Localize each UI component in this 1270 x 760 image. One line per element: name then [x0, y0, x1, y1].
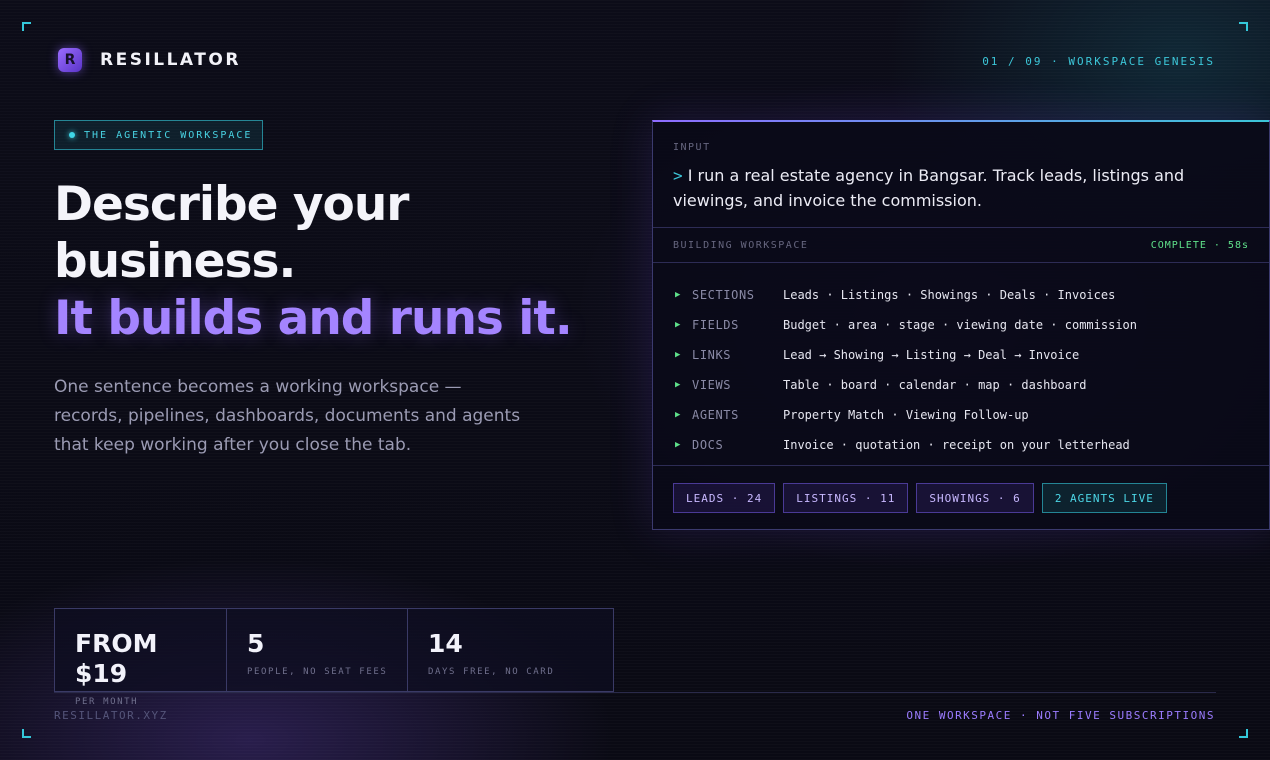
build-label: BUILDING WORKSPACE	[673, 239, 809, 251]
row-key: VIEWS	[692, 378, 732, 392]
headline-line-1: Describe your	[54, 177, 409, 232]
row-value: Leads · Listings · Showings · Deals · In…	[783, 288, 1116, 302]
subtitle-line-2: records, pipelines, dashboards, document…	[54, 406, 521, 426]
brand-logo[interactable]: R RESILLATOR	[58, 48, 241, 72]
dot-icon	[69, 132, 75, 138]
chip-agents-live[interactable]: 2 AGENTS LIVE	[1041, 483, 1167, 513]
row-value: Table · board · calendar · map · dashboa…	[783, 378, 1087, 392]
build-row: ▶ SECTIONS Leads · Listings · Showings ·…	[653, 280, 1269, 310]
triangle-right-icon: ▶	[675, 440, 681, 450]
stat-trial: 14 DAYS FREE, NO CARD	[408, 609, 613, 691]
footer-domain-link[interactable]: RESILLATOR.XYZ	[54, 709, 168, 722]
footer-tagline: ONE WORKSPACE · NOT FIVE SUBSCRIPTIONS	[906, 709, 1215, 722]
build-row: ▶ AGENTS Property Match · Viewing Follow…	[653, 400, 1269, 430]
row-key: SECTIONS	[692, 288, 755, 302]
triangle-right-icon: ▶	[675, 350, 681, 360]
pricing-stats: FROM $19 PER MONTH 5 PEOPLE, NO SEAT FEE…	[54, 608, 614, 707]
build-row: ▶ FIELDS Budget · area · stage · viewing…	[653, 310, 1269, 340]
stat-value: FROM $19	[75, 629, 158, 688]
row-key: AGENTS	[692, 408, 739, 422]
stat-value: 14	[428, 629, 463, 658]
headline-line-2: business.	[54, 234, 296, 289]
row-key: DOCS	[692, 438, 724, 452]
build-row: ▶ VIEWS Table · board · calendar · map ·…	[653, 370, 1269, 400]
input-label: INPUT	[673, 142, 711, 153]
input-prompt: > I run a real estate agency in Bangsar.…	[673, 163, 1249, 213]
row-key: FIELDS	[692, 318, 739, 332]
workspace-build-panel: INPUT > I run a real estate agency in Ba…	[652, 120, 1270, 530]
row-value: Budget · area · stage · viewing date · c…	[783, 318, 1138, 332]
input-section: INPUT > I run a real estate agency in Ba…	[653, 122, 1269, 228]
build-row: ▶ DOCS Invoice · quotation · receipt on …	[653, 430, 1269, 460]
logo-r-icon: R	[58, 48, 82, 72]
corner-bracket-top-right	[1239, 22, 1248, 31]
hero-tag: THE AGENTIC WORKSPACE	[54, 120, 263, 150]
chip-leads[interactable]: LEADS · 24	[673, 483, 776, 513]
hero-subtitle: One sentence becomes a working workspace…	[54, 373, 554, 460]
triangle-right-icon: ▶	[675, 410, 681, 420]
prompt-symbol: >	[673, 166, 683, 185]
triangle-right-icon: ▶	[675, 290, 681, 300]
hero-headline: Describe your business. It builds and ru…	[54, 176, 573, 347]
brand-name: RESILLATOR	[100, 50, 241, 70]
triangle-right-icon: ▶	[675, 320, 681, 330]
chip-listings[interactable]: LISTINGS · 11	[783, 483, 909, 513]
step-indicator: 01 / 09 · WORKSPACE GENESIS	[982, 55, 1215, 68]
row-key: LINKS	[692, 348, 732, 362]
headline-line-accent: It builds and runs it.	[54, 291, 573, 346]
subtitle-line-1: One sentence becomes a working workspace…	[54, 377, 462, 397]
corner-bracket-bottom-right	[1239, 729, 1248, 738]
stat-label: PER MONTH	[75, 697, 139, 707]
build-status: COMPLETE · 58s	[1150, 239, 1249, 251]
corner-bracket-top-left	[22, 22, 31, 31]
stat-value: 5	[247, 629, 265, 658]
row-value: Invoice · quotation · receipt on your le…	[783, 438, 1130, 452]
build-header: BUILDING WORKSPACE COMPLETE · 58s	[653, 228, 1269, 263]
input-text: I run a real estate agency in Bangsar. T…	[673, 166, 1185, 210]
triangle-right-icon: ▶	[675, 380, 681, 390]
stat-label: PEOPLE, NO SEAT FEES	[247, 667, 388, 677]
build-row: ▶ LINKS Lead → Showing → Listing → Deal …	[653, 340, 1269, 370]
hero-tag-label: THE AGENTIC WORKSPACE	[84, 129, 253, 141]
stat-price: FROM $19 PER MONTH	[55, 609, 227, 707]
subtitle-line-3: that keep working after you close the ta…	[54, 435, 412, 455]
corner-bracket-bottom-left	[22, 729, 31, 738]
stat-label: DAYS FREE, NO CARD	[428, 667, 555, 677]
row-value: Lead → Showing → Listing → Deal → Invoic…	[783, 348, 1080, 362]
stat-seats: 5 PEOPLE, NO SEAT FEES	[227, 609, 408, 691]
footer-divider	[54, 692, 1216, 693]
summary-chips: LEADS · 24 LISTINGS · 11 SHOWINGS · 6 2 …	[653, 466, 1269, 513]
build-rows: ▶ SECTIONS Leads · Listings · Showings ·…	[653, 263, 1269, 466]
chip-showings[interactable]: SHOWINGS · 6	[916, 483, 1034, 513]
row-value: Property Match · Viewing Follow-up	[783, 408, 1029, 422]
